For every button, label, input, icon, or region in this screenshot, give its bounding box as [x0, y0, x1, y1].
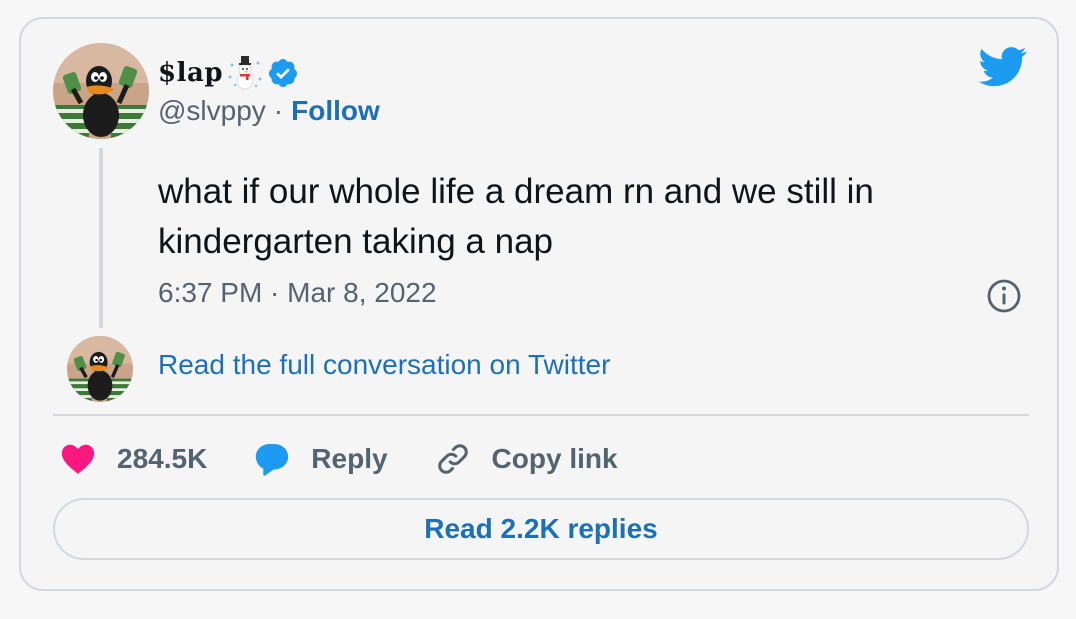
read-conversation-link[interactable]: Read the full conversation on Twitter: [158, 349, 610, 381]
conversation-avatar[interactable]: [67, 336, 133, 402]
author-avatar[interactable]: [53, 43, 149, 139]
author-display-name[interactable]: $lap: [158, 58, 223, 88]
heart-icon: [61, 444, 95, 474]
follow-button[interactable]: Follow: [291, 95, 380, 127]
tweet-timestamp[interactable]: 6:37 PM · Mar 8, 2022: [158, 277, 437, 309]
thread-connector-line: [99, 148, 103, 328]
reply-button[interactable]: Reply: [253, 440, 388, 478]
verified-badge-icon: [268, 59, 297, 87]
like-button[interactable]: 284.5K: [59, 440, 207, 478]
tweet-text: what if our whole life a dream rn and we…: [158, 172, 874, 261]
read-replies-button[interactable]: Read 2.2K replies: [53, 498, 1029, 560]
speech-bubble-icon: [256, 443, 289, 476]
separator-dot: ·: [273, 95, 284, 126]
tweet-card: $lap @slvppy · Follow what if our whole …: [19, 17, 1059, 591]
author-name-row[interactable]: $lap: [158, 55, 299, 91]
copy-link-label: Copy link: [491, 443, 618, 474]
author-handle[interactable]: @slvppy: [158, 95, 266, 127]
info-icon[interactable]: [985, 277, 1023, 315]
copy-link-button[interactable]: Copy link: [434, 440, 618, 478]
twitter-bird-icon[interactable]: [979, 47, 1027, 87]
link-icon: [437, 444, 468, 474]
author-handle-row: @slvppy · Follow: [158, 95, 380, 127]
tweet-actions: 284.5K Reply Copy link: [59, 437, 664, 481]
snowman-icon: [228, 56, 262, 90]
like-count: 284.5K: [117, 443, 208, 474]
actions-divider: [53, 414, 1029, 416]
reply-label: Reply: [311, 443, 388, 474]
